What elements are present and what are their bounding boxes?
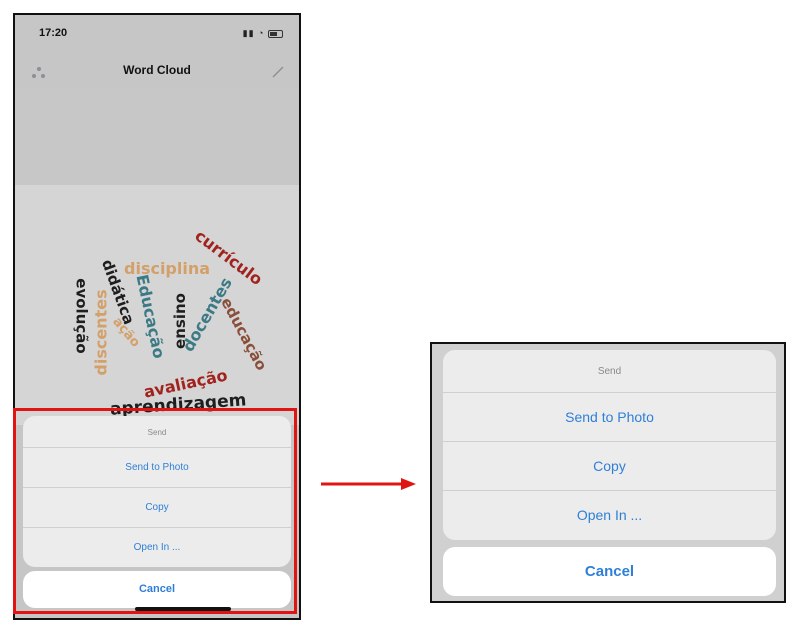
word: evolução — [72, 278, 91, 354]
action-sheet: Send Send to Photo Copy Open In ... — [443, 350, 776, 540]
nav-bar: Word Cloud — [15, 49, 299, 89]
word: educação — [217, 294, 271, 374]
top-area — [15, 89, 299, 185]
zoomed-action-sheet: Send Send to Photo Copy Open In ... Canc… — [430, 342, 786, 603]
word: discentes — [91, 289, 111, 376]
status-bar: 17:20 ▮▮ ◔ — [15, 15, 299, 49]
word: Educação — [132, 272, 169, 361]
battery-icon — [268, 29, 283, 38]
highlight-box — [13, 408, 297, 614]
edit-icon[interactable] — [271, 65, 285, 79]
arrow-icon — [321, 478, 416, 490]
page-title: Word Cloud — [123, 63, 191, 77]
send-to-photo-button[interactable]: Send to Photo — [443, 392, 776, 441]
sheet-title: Send — [597, 366, 622, 377]
status-icons: ▮▮ ◔ — [243, 28, 283, 39]
wifi-icon: ◔ — [258, 28, 265, 38]
copy-button[interactable]: Copy — [443, 441, 776, 490]
cancel-button[interactable]: Cancel — [443, 547, 776, 596]
signal-icon: ▮▮ — [242, 28, 255, 38]
open-in-button[interactable]: Open In ... — [443, 490, 776, 539]
status-time: 17:20 — [39, 27, 68, 39]
word-cloud-canvas: currículo disciplina didática evolução d… — [15, 185, 299, 425]
